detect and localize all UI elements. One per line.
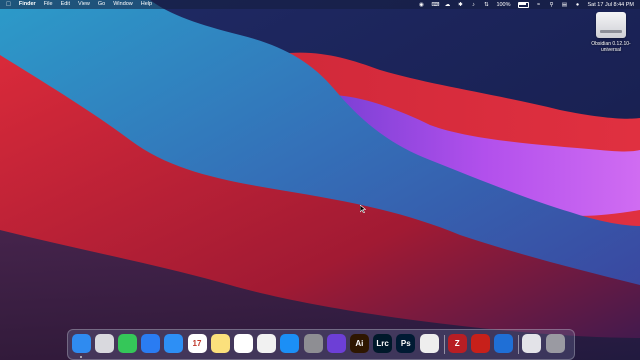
apple-menu-icon[interactable]:  (6, 0, 11, 9)
dock: 17 Ai Lrc Ps Z (67, 329, 575, 360)
desktop-wallpaper (0, 0, 640, 360)
keyboard-icon[interactable]: ⌨ (431, 2, 439, 8)
battery-icon[interactable] (517, 1, 529, 8)
dock-separator (518, 335, 519, 354)
menu-bar:  Finder File Edit View Go Window Help ◉… (0, 0, 640, 9)
dock-separator (443, 335, 445, 354)
menu-go[interactable]: Go (98, 0, 105, 9)
dock-calendar-icon[interactable]: 17 (187, 334, 207, 353)
battery-percent: 100% (496, 1, 511, 8)
dock-zotero-icon[interactable]: Z (447, 334, 467, 353)
mouse-pointer-icon (360, 205, 366, 213)
menu-edit[interactable]: Edit (61, 0, 70, 9)
dock-photoshop-icon[interactable]: Ps (396, 334, 416, 353)
dock-chrome-icon[interactable] (419, 334, 439, 353)
dock-launchpad-icon[interactable] (94, 334, 114, 353)
wifi-icon[interactable]: ≈ (536, 2, 542, 8)
record-icon[interactable]: ◉ (418, 2, 424, 8)
dock-messages-icon[interactable] (117, 334, 137, 353)
spotlight-search-icon[interactable]: ⚲ (549, 2, 555, 8)
dock-photos-icon[interactable] (257, 334, 277, 353)
bluetooth-icon[interactable]: ✱ (457, 2, 463, 8)
dock-reminders-icon[interactable] (233, 334, 253, 353)
siri-icon[interactable]: ● (575, 2, 581, 8)
dock-system-preferences-icon[interactable] (303, 334, 323, 353)
menu-file[interactable]: File (44, 0, 53, 9)
volume-icon[interactable]: ♪ (470, 2, 476, 8)
dock-running-indicator (80, 355, 82, 358)
dock-illustrator-icon[interactable]: Ai (349, 334, 369, 353)
desktop-disk-image[interactable]: Obsidian 0.12.10-universal (586, 12, 636, 53)
dock-downloads-icon[interactable] (522, 334, 542, 353)
dock-safari-icon[interactable] (164, 334, 184, 353)
menu-finder[interactable]: Finder (19, 0, 36, 9)
menu-help[interactable]: Help (141, 0, 152, 9)
dock-imovie-icon[interactable] (326, 334, 346, 353)
dock-notes-icon[interactable] (210, 334, 230, 353)
disk-label: Obsidian 0.12.10-universal (591, 41, 631, 53)
menu-window[interactable]: Window (113, 0, 133, 9)
menu-clock[interactable]: Sat 17 Jul 8:44 PM (588, 2, 634, 8)
dock-finder-icon[interactable] (71, 334, 91, 353)
control-center-icon[interactable]: ▤ (562, 2, 568, 8)
dock-mail-icon[interactable] (141, 334, 161, 353)
cloud-icon[interactable]: ☁ (444, 2, 451, 8)
disk-drive-icon (596, 12, 626, 38)
dock-xcode-icon[interactable] (494, 334, 514, 353)
menu-view[interactable]: View (78, 0, 90, 9)
dock-acrobat-icon[interactable] (470, 334, 490, 353)
dock-lightroom-classic-icon[interactable]: Lrc (373, 334, 393, 353)
network-icon[interactable]: ⇅ (483, 2, 489, 8)
dock-trash-icon[interactable] (545, 334, 565, 353)
dock-app-store-icon[interactable] (280, 334, 300, 353)
